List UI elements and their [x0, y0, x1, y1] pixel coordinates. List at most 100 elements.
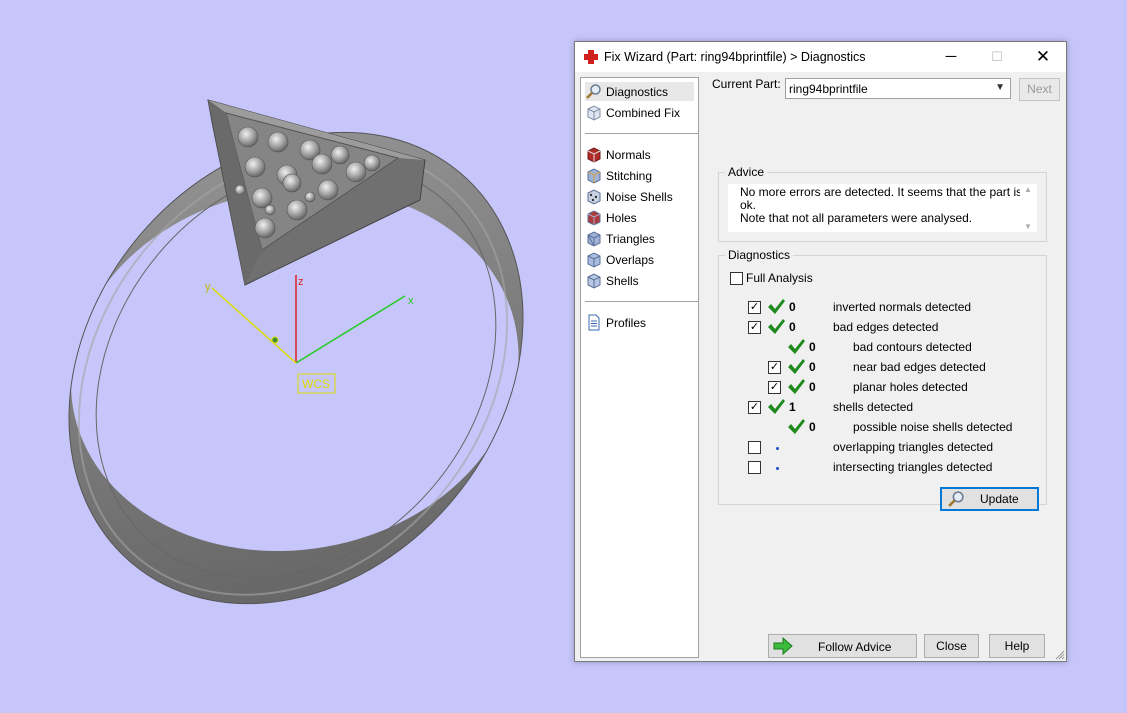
- triangles-cube-icon: [587, 231, 601, 247]
- nav-item-label: Shells: [606, 273, 639, 288]
- close-window-button[interactable]: ✕: [1020, 42, 1066, 72]
- diagnostic-label: intersecting triangles detected: [833, 460, 993, 474]
- diagnostic-label: inverted normals detected: [833, 300, 972, 314]
- diagnostic-label: shells detected: [833, 400, 914, 414]
- green-check-icon: [768, 399, 785, 414]
- nav-item-label: Diagnostics: [606, 84, 669, 99]
- z-axis-label: z: [298, 276, 304, 288]
- ring-model: z x y WCS: [68, 99, 524, 605]
- nav-item-triangles[interactable]: Triangles: [585, 229, 655, 248]
- overlaps-cube-icon: [587, 252, 601, 268]
- nav-item-label: Noise Shells: [606, 189, 673, 204]
- advice-group: Advice No more errors are detected. It s…: [718, 165, 1047, 242]
- diagnostic-checkbox[interactable]: [748, 461, 761, 474]
- resize-grip-icon[interactable]: [1055, 650, 1065, 660]
- nav-item-normals[interactable]: Normals: [585, 145, 651, 164]
- nav-item-noise-shells[interactable]: Noise Shells: [585, 187, 673, 206]
- nav-item-label: Combined Fix: [606, 105, 681, 120]
- diagnostic-count: 1: [789, 400, 796, 414]
- nav-item-diagnostics[interactable]: Diagnostics: [585, 82, 694, 101]
- green-check-icon: [788, 419, 805, 434]
- noise-shells-icon: [587, 189, 601, 205]
- follow-advice-label: Follow Advice: [818, 640, 892, 654]
- update-button[interactable]: Update: [940, 487, 1039, 511]
- window-title: Fix Wizard (Part: ring94bprintfile) > Di…: [604, 50, 866, 64]
- green-arrow-icon: [773, 637, 793, 655]
- nav-item-overlaps[interactable]: Overlaps: [585, 250, 654, 269]
- nav-item-label: Overlaps: [606, 252, 655, 267]
- nav-item-holes[interactable]: Holes: [585, 208, 637, 227]
- diagnostic-count: 0: [809, 360, 816, 374]
- nav-item-combined-fix[interactable]: Combined Fix: [585, 103, 680, 122]
- dialog-client-area: Diagnostics Combined Fix Normals Stitchi…: [575, 72, 1066, 661]
- scroll-down-icon[interactable]: ▼: [1024, 222, 1032, 231]
- diagnostic-label: overlapping triangles detected: [833, 440, 994, 454]
- full-analysis-label: Full Analysis: [746, 271, 813, 285]
- follow-advice-button[interactable]: Follow Advice: [768, 634, 917, 658]
- document-icon: [588, 314, 600, 331]
- diagnostic-checkbox[interactable]: ✓: [748, 301, 761, 314]
- wcs-label: WCS: [302, 377, 330, 391]
- nav-item-shells[interactable]: Shells: [585, 271, 639, 290]
- holes-cube-icon: [587, 210, 601, 226]
- nav-item-label: Holes: [606, 210, 637, 225]
- diagnostic-checkbox[interactable]: ✓: [768, 361, 781, 374]
- scroll-up-icon[interactable]: ▲: [1024, 185, 1032, 194]
- title-bar[interactable]: Fix Wizard (Part: ring94bprintfile) > Di…: [575, 42, 1066, 72]
- pending-dot-icon: [776, 467, 779, 470]
- advice-textbox: No more errors are detected. It seems th…: [728, 184, 1037, 232]
- diagnostic-checkbox[interactable]: [748, 441, 761, 454]
- current-part-value: ring94bprintfile: [789, 82, 868, 96]
- nav-separator: [585, 133, 698, 134]
- maximize-button[interactable]: ☐: [974, 42, 1020, 72]
- nav-item-label: Stitching: [606, 168, 653, 183]
- cube-icon: [587, 105, 601, 121]
- advice-scrollbar[interactable]: ▲ ▼: [1020, 184, 1037, 232]
- diagnostic-count: 0: [789, 300, 796, 314]
- diagnostic-label: possible noise shells detected: [853, 420, 1013, 434]
- diagnostic-checkbox[interactable]: ✓: [748, 401, 761, 414]
- diagnostic-count: 0: [789, 320, 796, 334]
- green-check-icon: [788, 359, 805, 374]
- full-analysis-checkbox[interactable]: [730, 272, 743, 285]
- green-check-icon: [788, 379, 805, 394]
- fix-wizard-dialog: Fix Wizard (Part: ring94bprintfile) > Di…: [574, 41, 1067, 662]
- nav-item-label: Triangles: [606, 231, 655, 246]
- green-check-icon: [768, 299, 785, 314]
- update-label: Update: [980, 492, 1019, 506]
- nav-item-stitching[interactable]: Stitching: [585, 166, 652, 185]
- diagnostics-group: Diagnostics Full Analysis ✓ 0 inverted nor…: [718, 248, 1047, 511]
- diagnostic-count: 0: [809, 380, 816, 394]
- advice-line-2: Note that not all parameters were analys…: [740, 211, 973, 225]
- next-button[interactable]: Next: [1019, 78, 1060, 101]
- diagnostic-checkbox[interactable]: ✓: [768, 381, 781, 394]
- y-axis-label: y: [205, 281, 211, 293]
- magnifier-icon: [586, 84, 601, 99]
- chevron-down-icon: ▼: [995, 82, 1005, 93]
- current-part-select[interactable]: ring94bprintfile ▼: [785, 78, 1011, 99]
- fix-wizard-cross-icon: [584, 50, 598, 64]
- advice-text: No more errors are detected. It seems th…: [740, 186, 1030, 225]
- nav-item-profiles[interactable]: Profiles: [585, 313, 646, 332]
- nav-separator: [585, 301, 698, 302]
- fix-nav-panel: Diagnostics Combined Fix Normals Stitchi…: [580, 77, 699, 658]
- help-button[interactable]: Help: [989, 634, 1045, 658]
- normals-cube-icon: [587, 147, 601, 163]
- diagnostic-label: bad contours detected: [853, 340, 972, 354]
- x-axis-label: x: [408, 295, 414, 307]
- current-part-label: Current Part:: [712, 77, 781, 91]
- diagnostic-label: near bad edges detected: [853, 360, 986, 374]
- diagnostic-checkbox[interactable]: ✓: [748, 321, 761, 334]
- pending-dot-icon: [776, 447, 779, 450]
- advice-line-1: No more errors are detected. It seems th…: [740, 185, 1023, 212]
- close-button[interactable]: Close: [924, 634, 979, 658]
- diagnostics-title: Diagnostics: [725, 248, 794, 262]
- advice-title: Advice: [725, 165, 768, 179]
- diagnostic-count: 0: [809, 420, 816, 434]
- nav-item-label: Normals: [606, 147, 651, 162]
- 3d-viewport[interactable]: z x y WCS: [0, 0, 570, 710]
- minimize-button[interactable]: ─: [928, 42, 974, 72]
- green-check-icon: [768, 319, 785, 334]
- diagnostic-count: 0: [809, 340, 816, 354]
- nav-item-label: Profiles: [606, 315, 647, 330]
